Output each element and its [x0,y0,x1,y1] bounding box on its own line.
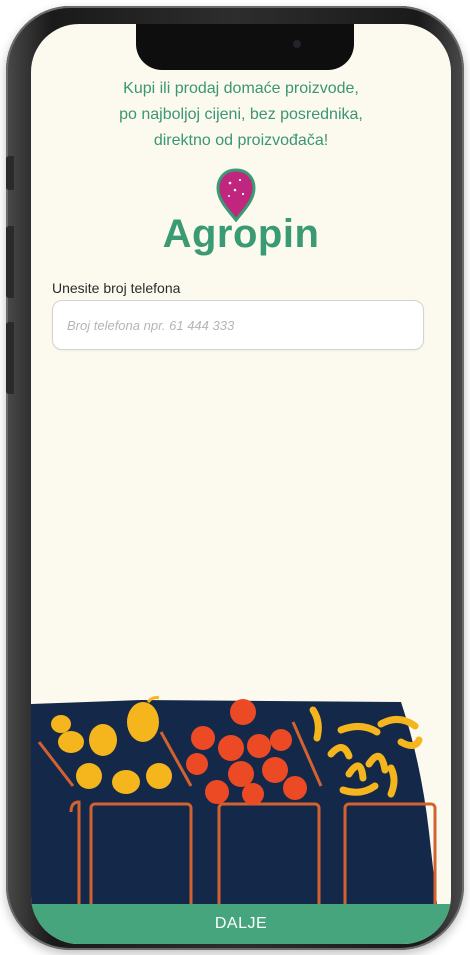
app-logo-wordmark: Agropin [162,212,320,256]
phone-number-input[interactable] [52,300,424,350]
tagline-line-3: direktno od proizvođača! [153,132,329,149]
market-stall-illustration [31,696,439,922]
tagline: Kupi ili prodaj domaće proizvode, po naj… [71,76,411,154]
volume-down-button [6,322,14,394]
device-notch [136,24,354,70]
camera-icon [293,40,301,48]
phone-number-label: Unesite broj telefona [52,280,181,296]
volume-up-button [6,226,14,298]
phone-frame: Kupi ili prodaj domaće proizvode, po naj… [6,6,464,950]
next-button[interactable]: DALJE [31,904,451,944]
tagline-line-1: Kupi ili prodaj domaće proizvode, [123,80,359,97]
tagline-line-2: po najboljoj cijeni, bez posrednika, [119,106,363,123]
mute-switch [6,156,14,190]
app-screen: Kupi ili prodaj domaće proizvode, po naj… [31,24,451,944]
